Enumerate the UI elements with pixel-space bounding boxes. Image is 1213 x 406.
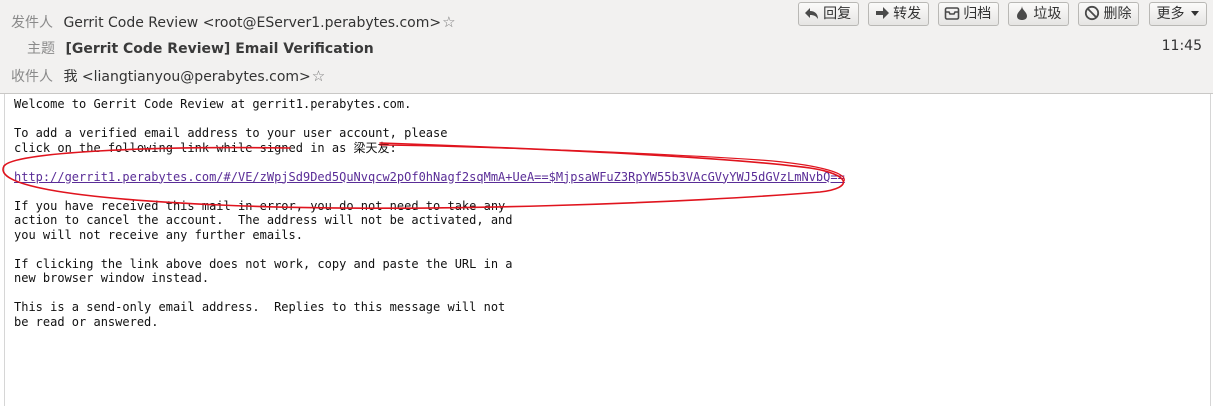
subject-text: [Gerrit Code Review] Email Verification (65, 41, 374, 57)
star-icon[interactable]: ☆ (312, 67, 325, 85)
archive-label: 归档 (963, 6, 992, 22)
junk-icon (1017, 6, 1028, 20)
more-label: 更多 (1156, 6, 1185, 22)
message-header: 发件人 Gerrit Code Review <root@EServer1.pe… (0, 0, 1213, 94)
send-only-notice: This is a send-only email address. Repli… (14, 300, 506, 329)
from-label: 发件人 (11, 15, 53, 31)
subject-label: 主题 (27, 41, 55, 57)
junk-button[interactable]: 垃圾 (1008, 2, 1070, 26)
junk-label: 垃圾 (1033, 6, 1062, 22)
dropdown-caret-icon (1191, 11, 1199, 16)
message-text: Welcome to Gerrit Code Review at gerrit1… (14, 97, 845, 329)
message-body: Welcome to Gerrit Code Review at gerrit1… (4, 94, 1211, 406)
to-address[interactable]: 我 <liangtianyou@perabytes.com> (63, 69, 310, 85)
star-icon[interactable]: ☆ (442, 13, 455, 31)
more-button[interactable]: 更多 (1148, 2, 1207, 26)
verification-link[interactable]: http://gerrit1.perabytes.com/#/VE/zWpjSd… (14, 170, 845, 184)
archive-icon (944, 7, 960, 20)
archive-button[interactable]: 归档 (938, 2, 1000, 26)
forward-label: 转发 (893, 6, 922, 22)
to-row: 收件人 我 <liangtianyou@perabytes.com>☆ (11, 66, 325, 86)
message-toolbar: 回复 转发 归档 垃圾 删除 更多 (794, 2, 1207, 26)
delete-icon (1085, 5, 1100, 21)
forward-button[interactable]: 转发 (868, 2, 930, 26)
from-row: 发件人 Gerrit Code Review <root@EServer1.pe… (11, 12, 456, 32)
error-notice-paragraph: If you have received this mail in error,… (14, 198, 513, 242)
reply-label: 回复 (823, 6, 852, 22)
forward-icon (876, 7, 890, 19)
from-address[interactable]: Gerrit Code Review <root@EServer1.peraby… (63, 15, 441, 31)
reply-icon (805, 8, 819, 19)
reply-button[interactable]: 回复 (798, 2, 860, 26)
subject-row: 主题 [Gerrit Code Review] Email Verificati… (27, 38, 374, 58)
message-time: 11:45 (1161, 38, 1202, 54)
welcome-line: Welcome to Gerrit Code Review at gerrit1… (14, 97, 412, 111)
delete-button[interactable]: 删除 (1078, 2, 1140, 26)
instructions-paragraph: To add a verified email address to your … (14, 126, 448, 155)
to-label: 收件人 (11, 69, 53, 85)
fallback-paragraph: If clicking the link above does not work… (14, 256, 513, 286)
delete-label: 删除 (1103, 6, 1132, 22)
